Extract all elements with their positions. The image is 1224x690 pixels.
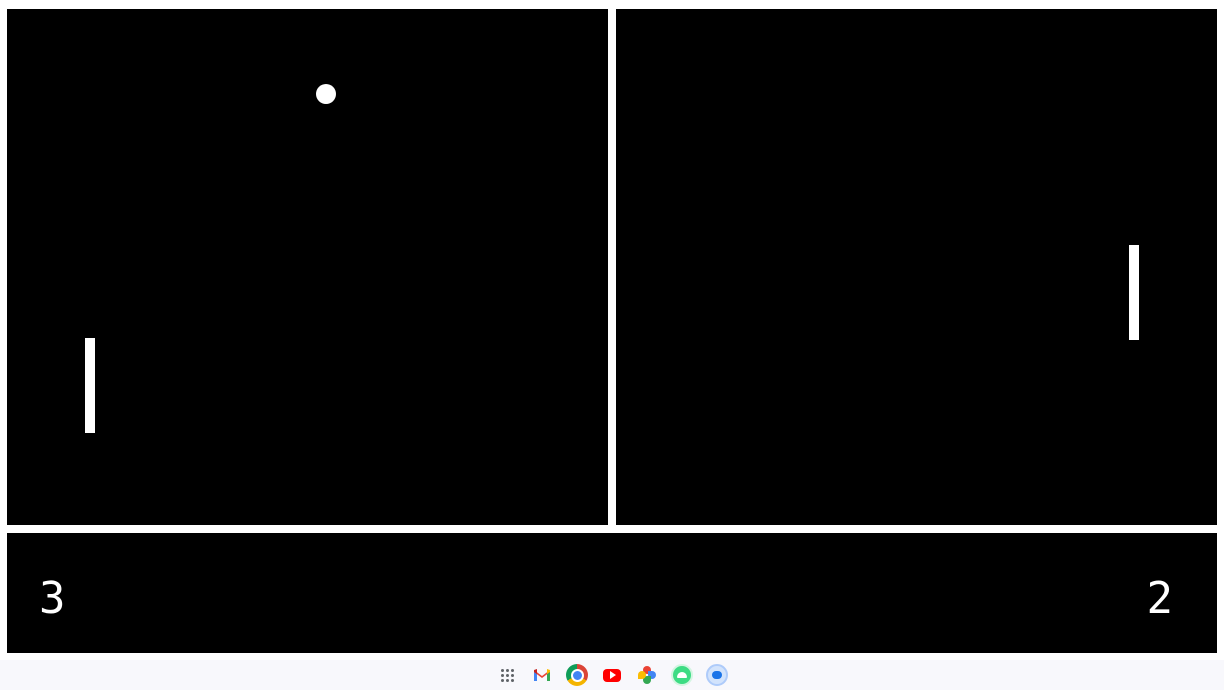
left-paddle[interactable] [85,338,95,433]
left-play-field [7,9,608,525]
android-icon[interactable] [671,664,693,686]
ball [316,84,336,104]
scoreboard: 3 2 [7,533,1217,653]
youtube-icon[interactable] [601,664,623,686]
launcher-icon[interactable] [496,664,518,686]
chrome-icon[interactable] [566,664,588,686]
left-score: 3 [39,573,66,624]
right-paddle[interactable] [1129,245,1139,340]
gmail-icon[interactable] [531,664,553,686]
messages-icon[interactable] [706,664,728,686]
right-play-field [616,9,1217,525]
photos-icon[interactable] [636,664,658,686]
taskbar-shelf [0,660,1224,690]
right-score: 2 [1146,573,1174,624]
pong-game: 3 2 [0,0,1224,690]
